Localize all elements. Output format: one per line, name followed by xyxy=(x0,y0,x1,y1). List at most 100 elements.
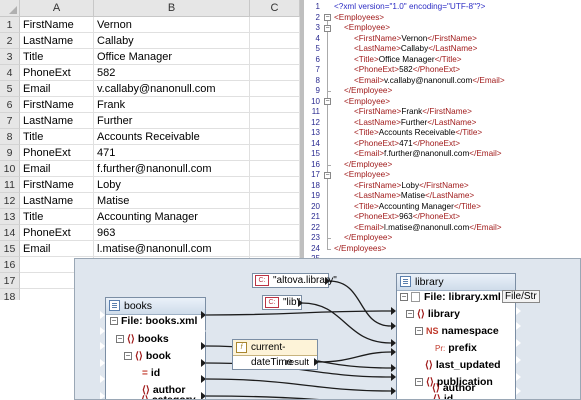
cell[interactable] xyxy=(250,49,300,65)
cell[interactable]: Frank xyxy=(94,97,250,113)
books-output-port[interactable] xyxy=(201,327,206,335)
code-line[interactable]: <FirstName>Loby</FirstName> xyxy=(354,181,469,192)
function-output-port[interactable] xyxy=(314,358,319,366)
library-output-port[interactable] xyxy=(516,356,521,364)
code-line[interactable]: <LastName>Matise</LastName> xyxy=(354,191,474,202)
cell[interactable] xyxy=(250,65,300,81)
row-header[interactable]: 14 xyxy=(0,225,20,241)
collapse-toggle-icon[interactable]: − xyxy=(124,352,132,361)
library-input-port[interactable] xyxy=(391,364,396,372)
row-header[interactable]: 17 xyxy=(0,273,20,289)
code-line[interactable]: <Email>f.further@nanonull.com</Email> xyxy=(354,149,502,160)
cell[interactable]: v.callaby@nanonull.com xyxy=(94,81,250,97)
cell[interactable]: LastName xyxy=(20,193,94,209)
cell[interactable]: PhoneExt xyxy=(20,145,94,161)
cell[interactable]: l.matise@nanonull.com xyxy=(94,241,250,257)
cell[interactable]: Office Manager xyxy=(94,49,250,65)
code-line[interactable]: <Employee> xyxy=(344,23,390,34)
constant-output-port[interactable] xyxy=(325,277,330,285)
row-header[interactable]: 10 xyxy=(0,161,20,177)
books-node-category[interactable]: ⟨⟩category xyxy=(141,392,196,399)
cell[interactable]: LastName xyxy=(20,113,94,129)
code-line[interactable]: <PhoneExt>471</PhoneExt> xyxy=(354,139,460,150)
library-input-port[interactable] xyxy=(391,307,396,315)
row-header[interactable]: 18 xyxy=(0,289,20,300)
books-input-port[interactable] xyxy=(100,375,105,383)
cell[interactable] xyxy=(250,177,300,193)
library-input-port[interactable] xyxy=(391,322,396,330)
file-string-button[interactable]: File/Str xyxy=(502,290,540,303)
books-input-port[interactable] xyxy=(100,311,105,319)
cell[interactable]: Title xyxy=(20,209,94,225)
cell[interactable] xyxy=(250,241,300,257)
library-output-port[interactable] xyxy=(516,307,521,315)
cell[interactable] xyxy=(250,81,300,97)
row-header[interactable]: 15 xyxy=(0,241,20,257)
row-header[interactable]: 4 xyxy=(0,65,20,81)
fold-toggle-icon[interactable]: − xyxy=(324,24,331,32)
collapse-toggle-icon[interactable]: − xyxy=(415,327,423,336)
row-header[interactable]: 11 xyxy=(0,177,20,193)
constant-lib[interactable]: C: "lib" xyxy=(262,295,302,310)
fold-toggle-icon[interactable]: − xyxy=(324,14,331,21)
code-line[interactable]: <Employee> xyxy=(344,170,390,181)
books-input-port[interactable] xyxy=(100,359,105,367)
cell[interactable]: PhoneExt xyxy=(20,225,94,241)
cell[interactable]: PhoneExt xyxy=(20,65,94,81)
cell[interactable] xyxy=(250,145,300,161)
books-component[interactable]: books − File: books.xml − ⟨⟩ books − ⟨⟩ book … xyxy=(105,297,206,399)
row-header[interactable]: 3 xyxy=(0,49,20,65)
row-header[interactable]: 1 xyxy=(0,17,20,33)
code-line[interactable]: <PhoneExt>582</PhoneExt> xyxy=(354,65,460,76)
row-header[interactable]: 2 xyxy=(0,33,20,49)
books-input-port[interactable] xyxy=(100,392,105,399)
cell[interactable]: FirstName xyxy=(20,17,94,33)
fold-toggle-icon[interactable]: − xyxy=(324,171,331,179)
books-node-book[interactable]: − ⟨⟩ book xyxy=(124,348,171,365)
row-header[interactable]: 7 xyxy=(0,113,20,129)
function-current-datetime[interactable]: f current-dateTime result xyxy=(232,339,318,370)
cell[interactable]: Accounting Manager xyxy=(94,209,250,225)
cell[interactable]: f.further@nanonull.com xyxy=(94,161,250,177)
cell[interactable]: Vernon xyxy=(94,17,250,33)
cell[interactable]: 963 xyxy=(94,225,250,241)
column-header-c[interactable]: C xyxy=(250,0,300,17)
cell[interactable]: Email xyxy=(20,161,94,177)
code-line[interactable]: </Employee> xyxy=(344,86,392,97)
code-line[interactable]: <Employees> xyxy=(334,13,384,24)
cell[interactable] xyxy=(250,209,300,225)
cell[interactable]: Callaby xyxy=(94,33,250,49)
library-node-library[interactable]: − ⟨⟩ library xyxy=(406,306,460,323)
select-all-corner[interactable] xyxy=(0,0,20,17)
row-header[interactable]: 12 xyxy=(0,193,20,209)
library-node-author[interactable]: ⟨⟩ author xyxy=(432,380,475,397)
cell[interactable] xyxy=(250,17,300,33)
cell[interactable]: Matise xyxy=(94,193,250,209)
collapse-toggle-icon[interactable]: − xyxy=(110,317,118,326)
xml-editor[interactable]: 1 <?xml version="1.0" encoding="UTF-8"?> 2… xyxy=(304,0,581,262)
cell[interactable]: Title xyxy=(20,49,94,65)
collapse-toggle-icon[interactable]: − xyxy=(415,378,423,387)
cell[interactable] xyxy=(250,193,300,209)
constant-altova-library[interactable]: C: "altova.library" xyxy=(252,273,337,288)
cell[interactable]: Further xyxy=(94,113,250,129)
books-input-port[interactable] xyxy=(100,342,105,350)
code-line[interactable]: <PhoneExt>963</PhoneExt> xyxy=(354,212,460,223)
code-line[interactable]: <?xml version="1.0" encoding="UTF-8"?> xyxy=(334,2,485,13)
code-line[interactable]: <Employee> xyxy=(344,97,390,108)
books-output-port[interactable] xyxy=(201,342,206,350)
code-line[interactable]: <Title>Accounts Receivable</Title> xyxy=(354,128,482,139)
fold-toggle-icon[interactable]: − xyxy=(324,98,331,105)
code-line[interactable]: <LastName>Further</LastName> xyxy=(354,118,476,129)
library-output-port[interactable] xyxy=(516,322,521,330)
code-line[interactable]: <Email>v.callaby@nanonull.com</Email> xyxy=(354,76,505,87)
cell[interactable] xyxy=(250,161,300,177)
library-node-prefix[interactable]: Pr: prefix xyxy=(435,340,477,357)
collapse-toggle-icon[interactable]: − xyxy=(400,293,408,302)
mapping-design-pane[interactable]: C: "altova.library" C: "lib" f current-d… xyxy=(74,258,581,400)
books-output-port[interactable] xyxy=(201,311,206,319)
collapse-toggle-icon[interactable]: − xyxy=(116,335,124,344)
library-input-port[interactable] xyxy=(391,373,396,381)
code-line[interactable]: <LastName>Callaby</LastName> xyxy=(354,44,477,55)
library-output-port[interactable] xyxy=(516,339,521,347)
